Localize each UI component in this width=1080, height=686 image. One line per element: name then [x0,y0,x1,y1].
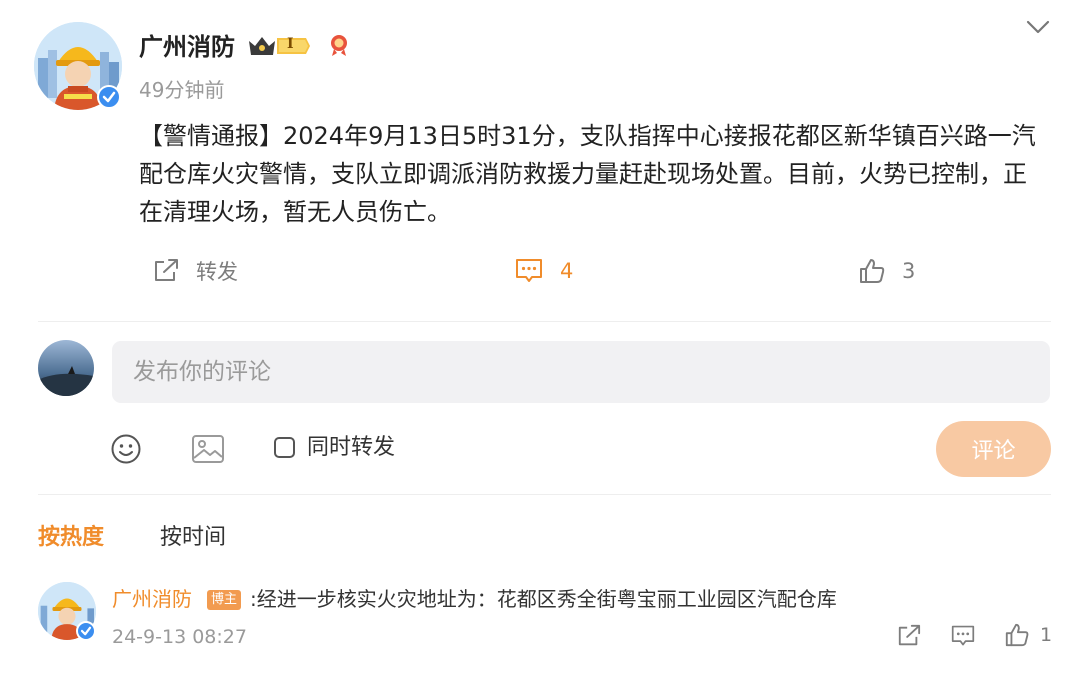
tab-sort-by-hot[interactable]: 按热度 [38,522,104,554]
comment-like-count: 1 [1040,624,1053,646]
comment-author[interactable]: 广州消防 [112,585,192,613]
like-button[interactable]: 3 [858,255,915,287]
divider [38,494,1051,495]
thumbs-up-icon [1005,623,1029,647]
image-icon [192,435,224,463]
chevron-down-icon[interactable] [1025,17,1051,41]
member-level-text: I [287,36,294,52]
crown-vip-icon [247,35,277,61]
verified-badge-icon [97,85,121,109]
comment-icon [951,625,975,646]
submit-comment-button[interactable]: 评论 [936,421,1051,477]
comment-reply-button[interactable] [950,624,976,652]
medal-icon[interactable] [328,33,350,61]
verified-badge-icon [76,621,96,641]
comment-text: :经进一步核实火灾地址为：花都区秀全街粤宝丽工业园区汽配仓库 [250,587,837,611]
comment-input[interactable] [112,341,1050,403]
tab-sort-by-time[interactable]: 按时间 [160,522,226,554]
current-user-avatar [38,340,94,396]
comment-forward-button[interactable] [896,624,922,652]
smiley-icon [111,434,141,464]
post-time: 49分钟前 [139,78,225,102]
also-forward-label[interactable]: 同时转发 [307,432,395,464]
also-forward-checkbox[interactable] [274,437,295,458]
forward-button[interactable]: 转发 [152,255,238,287]
emoji-button[interactable] [110,433,142,469]
comment-like-button[interactable]: 1 [1004,622,1052,648]
like-count: 3 [902,259,916,283]
forward-icon [155,259,178,281]
forward-icon [898,624,921,646]
divider [38,321,1051,322]
comment-time: 24-9-13 08:27 [112,626,247,648]
blogger-badge: 博主 [207,590,242,610]
thumbs-up-icon [860,259,885,283]
author-name[interactable]: 广州消防 [139,30,235,64]
comment-icon [516,259,542,282]
forward-label: 转发 [196,260,238,284]
comment-count: 4 [560,259,574,283]
member-level-badge[interactable]: I [274,35,312,57]
insert-image-button[interactable] [191,433,225,469]
comment-button[interactable]: 4 [514,255,573,287]
post-text: 【警情通报】2024年9月13日5时31分，支队指挥中心接报花都区新华镇百兴路一… [139,122,1036,226]
